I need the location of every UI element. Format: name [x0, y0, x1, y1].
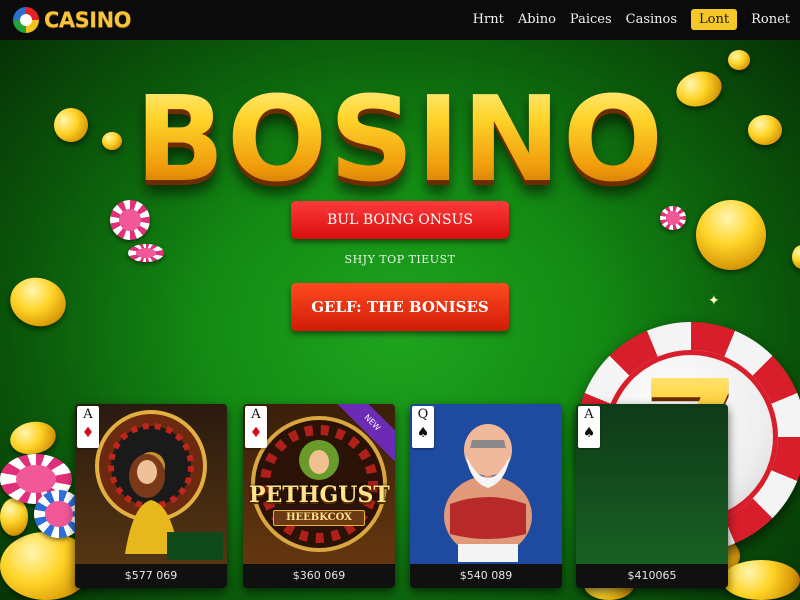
nav-item-hrnt[interactable]: Hrnt — [473, 12, 504, 27]
game-card[interactable]: Q ♠ $540 089 — [410, 404, 562, 588]
game-price: $577 069 — [75, 564, 227, 588]
game-card[interactable]: A ♠ $410065 — [576, 404, 728, 588]
gold-coin-icon — [7, 418, 59, 458]
game-logo-text: PETHGUST — [249, 482, 390, 508]
suit-rank: A — [251, 407, 261, 422]
promo-button[interactable]: BUL BOING ONSUS — [291, 201, 509, 239]
game-price: $540 089 — [410, 564, 562, 588]
suit-rank: Q — [417, 407, 429, 422]
gold-coin-icon — [722, 560, 800, 600]
nav-item-ronet[interactable]: Ronet — [751, 12, 790, 27]
gold-coin-icon — [0, 498, 28, 536]
card-suit: A ♠ — [578, 406, 600, 448]
card-suit: A ♦ — [245, 406, 267, 448]
main-nav: Hrnt Abino Paices Casinos Lont Ronet — [473, 9, 790, 30]
top-navigation-bar: CASINO Hrnt Abino Paices Casinos Lont Ro… — [0, 0, 800, 40]
suit-rank: A — [83, 407, 93, 422]
logo-text: CASINO — [44, 8, 132, 32]
game-logo-subtitle: HEEBKCOX — [273, 510, 365, 526]
nav-item-casinos[interactable]: Casinos — [626, 12, 677, 27]
spade-suit-icon: ♠ — [416, 425, 430, 441]
get-bonuses-button[interactable]: GELF: THE BONISES — [291, 283, 509, 331]
game-price: $360 069 — [243, 564, 395, 588]
poker-chip-icon — [660, 206, 686, 230]
gold-coin-icon — [4, 271, 72, 333]
nav-item-lont[interactable]: Lont — [691, 9, 738, 30]
game-card[interactable]: NEW A ♦ PETHGUST HEEBKCOX $360 069 — [243, 404, 395, 588]
suit-rank: A — [584, 407, 594, 422]
spade-suit-icon: ♠ — [582, 425, 596, 441]
card-suit: A ♦ — [77, 406, 99, 448]
nav-item-abino[interactable]: Abino — [518, 12, 556, 27]
hero-tagline: SHJY TOP TIEUST — [344, 253, 456, 266]
hero-title: BOSINO — [0, 70, 800, 208]
nav-item-paices[interactable]: Paices — [570, 12, 612, 27]
game-card[interactable]: A ♦ $577 069 — [75, 404, 227, 588]
casino-chip-logo-icon — [13, 7, 39, 33]
game-price: $410065 — [576, 564, 728, 588]
sparkle-icon: ✦ — [708, 292, 720, 308]
gold-coin-icon — [728, 50, 750, 70]
card-suit: Q ♠ — [412, 406, 434, 448]
site-logo[interactable]: CASINO — [12, 6, 132, 34]
diamond-suit-icon: ♦ — [249, 425, 263, 441]
diamond-suit-icon: ♦ — [81, 425, 95, 441]
